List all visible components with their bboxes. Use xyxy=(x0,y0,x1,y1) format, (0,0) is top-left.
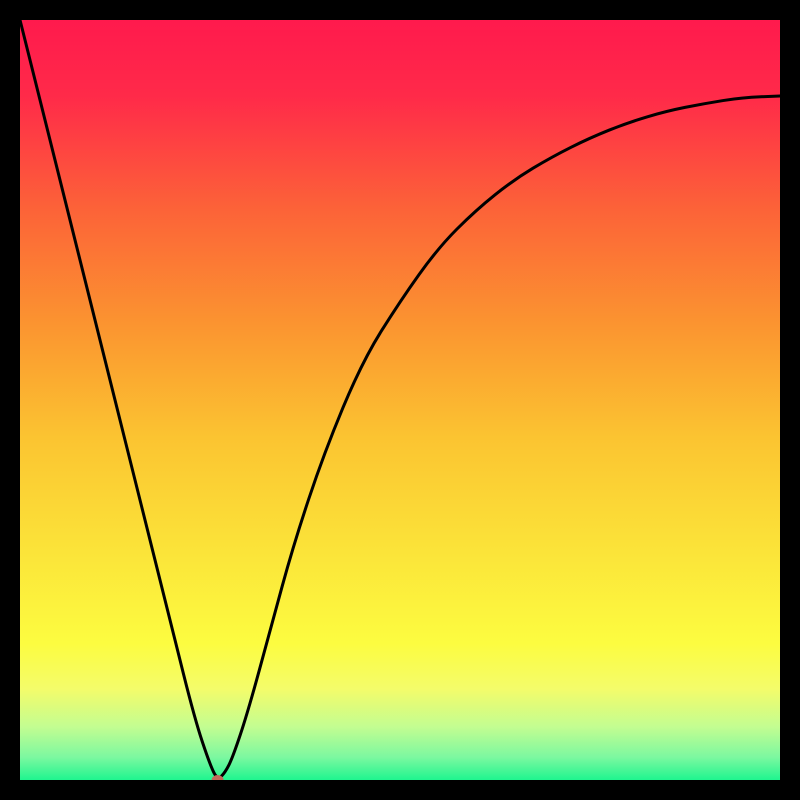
gradient-background xyxy=(20,20,780,780)
chart-svg xyxy=(20,20,780,780)
chart-frame: TheBottlenecker.com xyxy=(20,20,780,780)
